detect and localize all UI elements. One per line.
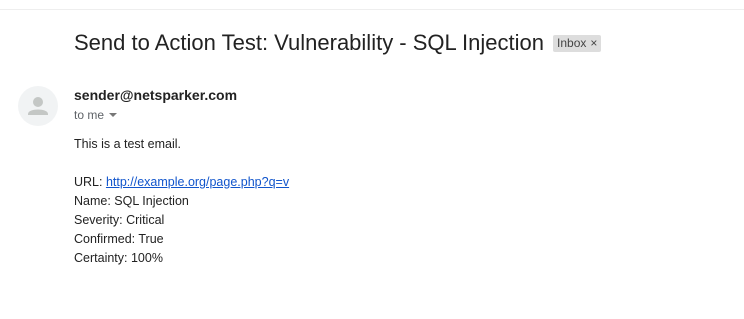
body-confirmed: Confirmed: True	[74, 232, 164, 246]
email-view: Send to Action Test: Vulnerability - SQL…	[0, 0, 744, 319]
body-name: Name: SQL Injection	[74, 194, 189, 208]
url-link[interactable]: http://example.org/page.php?q=v	[106, 175, 289, 189]
chevron-down-icon[interactable]	[109, 113, 118, 117]
url-label: URL:	[74, 175, 106, 189]
recipient-text: to me	[74, 108, 105, 122]
email-body: This is a test email. URL: http://exampl…	[74, 135, 289, 268]
body-severity: Severity: Critical	[74, 213, 165, 227]
sender-email[interactable]: sender@netsparker.com	[74, 86, 237, 104]
body-certainty: Certainty: 100%	[74, 251, 163, 265]
inbox-label-chip[interactable]: Inbox ×	[553, 34, 602, 52]
top-divider	[0, 9, 744, 10]
email-subject: Send to Action Test: Vulnerability - SQL…	[74, 30, 545, 55]
body-intro: This is a test email.	[74, 137, 181, 151]
subject-row: Send to Action Test: Vulnerability - SQL…	[74, 29, 602, 57]
sender-block: sender@netsparker.com to me	[74, 86, 237, 123]
close-icon[interactable]: ×	[590, 35, 597, 52]
recipient-row[interactable]: to me	[74, 107, 237, 123]
body-url-line: URL: http://example.org/page.php?q=v	[74, 173, 289, 192]
label-text: Inbox	[557, 35, 587, 50]
person-icon[interactable]	[18, 86, 58, 126]
